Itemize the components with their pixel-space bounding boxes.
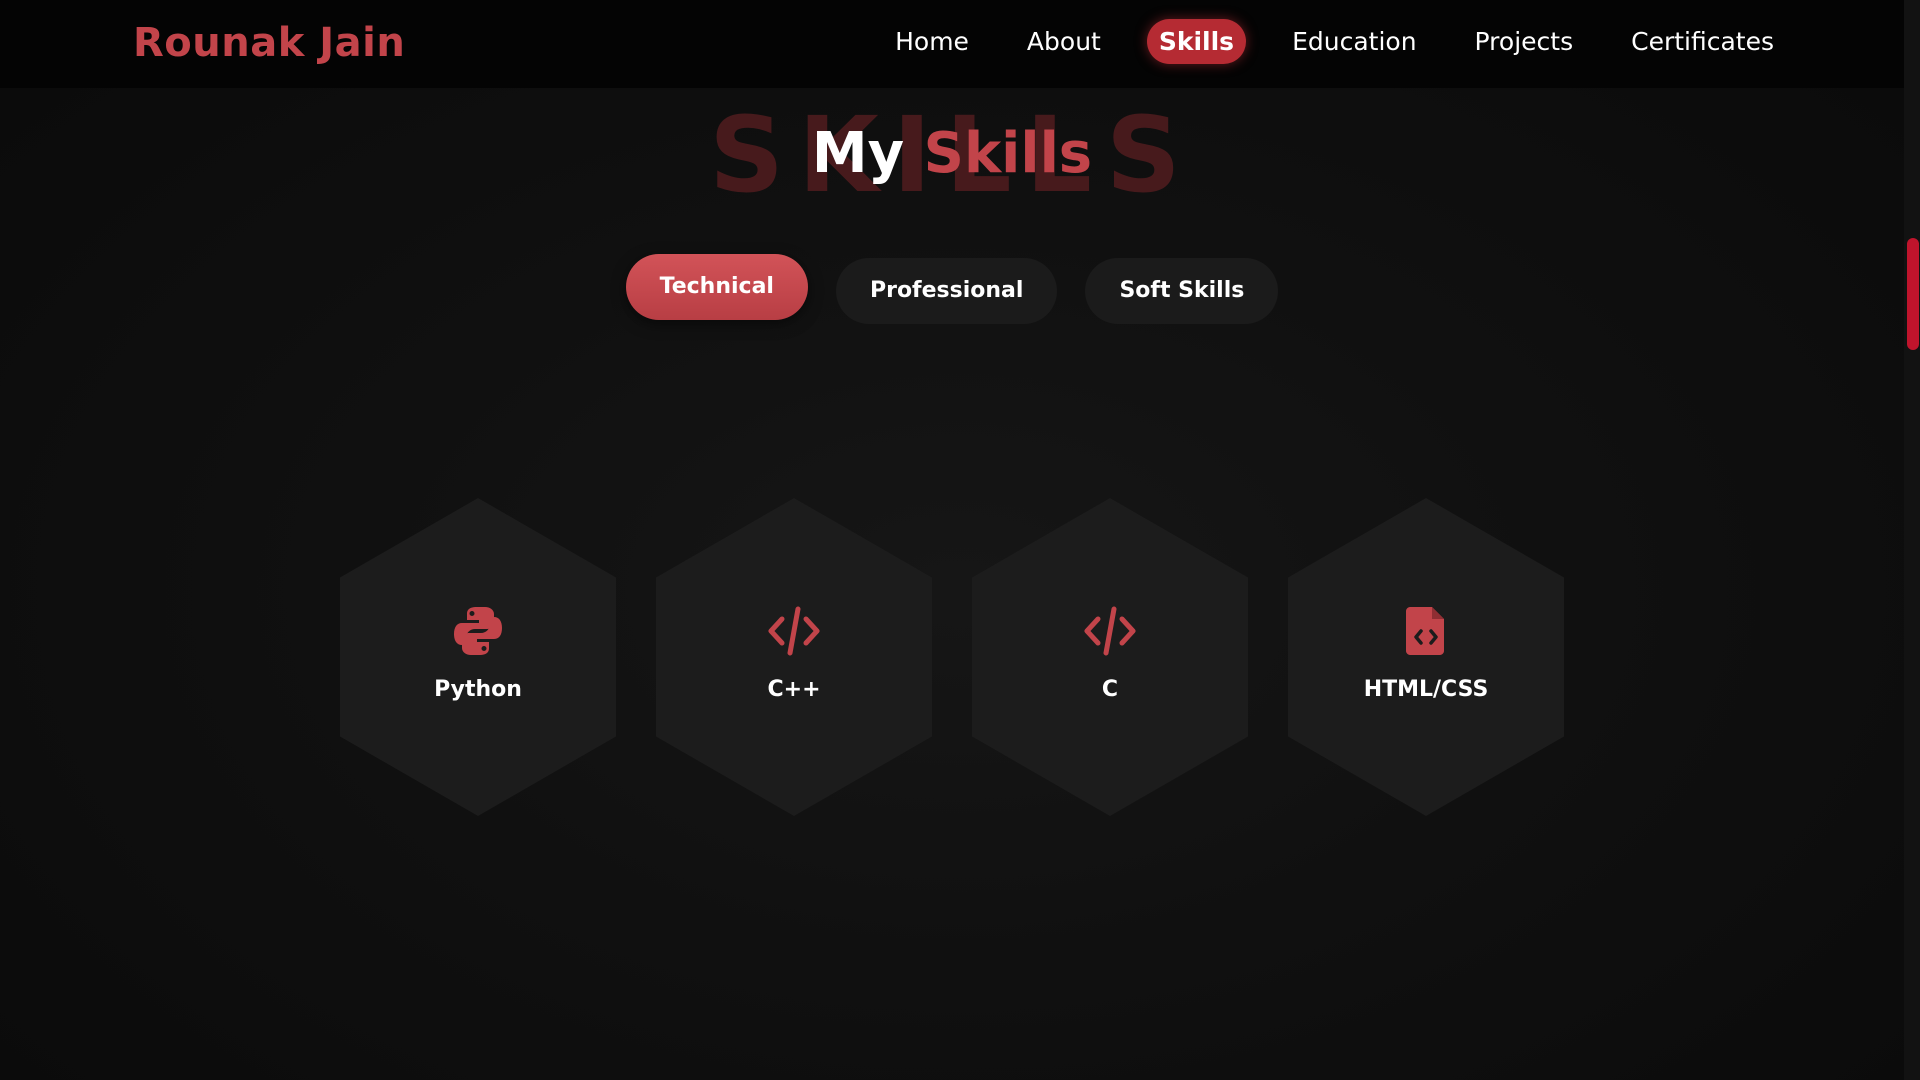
skill-card-cpp[interactable]: C++ bbox=[656, 498, 932, 816]
tab-technical[interactable]: Technical bbox=[625, 254, 808, 320]
nav-skills[interactable]: Skills bbox=[1146, 19, 1247, 64]
brand-logo[interactable]: Rounak Jain bbox=[133, 20, 405, 66]
skill-card-python[interactable]: Python bbox=[340, 498, 616, 816]
tab-soft-skills[interactable]: Soft Skills bbox=[1085, 258, 1279, 324]
skill-label: HTML/CSS bbox=[1363, 676, 1489, 702]
skill-tabs: Technical Professional Soft Skills bbox=[0, 254, 1904, 324]
nav-about[interactable]: About bbox=[1015, 19, 1113, 64]
page-title: My Skills bbox=[0, 114, 1904, 194]
python-icon bbox=[454, 606, 502, 655]
nav-links: Home About Skills Education Projects Cer… bbox=[883, 19, 1786, 64]
tab-professional[interactable]: Professional bbox=[835, 258, 1058, 324]
code-icon bbox=[1084, 606, 1136, 655]
title-word-my: My bbox=[811, 121, 905, 186]
skill-label: C++ bbox=[767, 676, 821, 702]
nav-education[interactable]: Education bbox=[1280, 19, 1428, 64]
section-heading: SKILLS My Skills bbox=[0, 100, 1904, 210]
file-code-icon bbox=[1406, 606, 1444, 655]
skill-card-html-css[interactable]: HTML/CSS bbox=[1288, 498, 1564, 816]
nav-home[interactable]: Home bbox=[883, 19, 981, 64]
page: Rounak Jain Home About Skills Education … bbox=[0, 0, 1920, 1080]
code-icon bbox=[768, 606, 820, 655]
title-word-skills: Skills bbox=[923, 121, 1093, 186]
skill-label: Python bbox=[434, 676, 522, 702]
navbar: Rounak Jain Home About Skills Education … bbox=[0, 0, 1904, 88]
skill-label: C bbox=[1101, 676, 1119, 702]
scrollbar-thumb[interactable] bbox=[1907, 238, 1919, 350]
nav-projects[interactable]: Projects bbox=[1463, 19, 1586, 64]
nav-certificates[interactable]: Certificates bbox=[1619, 19, 1786, 64]
skills-grid: Python C++ C HTML/CSS bbox=[340, 498, 1564, 816]
scrollbar[interactable] bbox=[1904, 0, 1920, 1080]
skill-card-c[interactable]: C bbox=[972, 498, 1248, 816]
